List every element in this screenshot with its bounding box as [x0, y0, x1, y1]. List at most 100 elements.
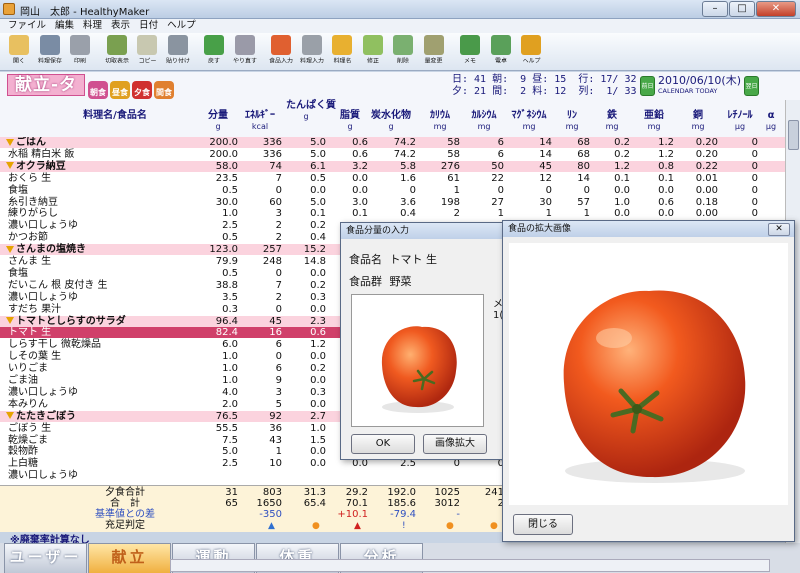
cell-value: 79.9 [215, 256, 238, 267]
toolbar-button-2[interactable]: 印刷 [65, 33, 96, 69]
close-icon[interactable]: ✕ [768, 223, 790, 236]
column-header-8[interactable]: ﾘﾝ mg [554, 110, 590, 132]
menu-item-1[interactable]: 編集 [55, 19, 74, 33]
tab-1[interactable]: 献立 [88, 543, 171, 573]
cell-value: 336 [262, 148, 282, 160]
meal-button-0[interactable]: 朝食 [88, 81, 108, 99]
column-header-4[interactable]: 炭水化物 g [366, 110, 416, 132]
column-name[interactable]: 料理名/食品名 [60, 110, 170, 121]
scroll-thumb[interactable] [788, 120, 799, 150]
menu-item-3[interactable]: 表示 [111, 19, 130, 33]
today-link[interactable]: TODAY [696, 87, 718, 95]
page-title: 献立-タ [7, 74, 85, 96]
cell-value: 6 [275, 363, 282, 375]
column-header-2[interactable]: たんぱく質 g [286, 100, 336, 122]
cell-value: 76.5 [215, 410, 238, 422]
close-zoom-button[interactable]: 閉じる [513, 514, 573, 535]
column-header-11[interactable]: 銅 mg [678, 110, 718, 132]
toolbar-button-13[interactable]: 量変更 [419, 33, 450, 69]
prev-day-button[interactable]: 前日 [640, 76, 655, 96]
totals-value: - [456, 509, 460, 520]
toolbar-button-7[interactable]: やり直す [230, 33, 261, 69]
toolbar-button-11[interactable]: 修正 [358, 33, 389, 69]
toolbar-button-3[interactable]: 切取表示 [102, 33, 133, 69]
toolbar-button-6[interactable]: 戻す [199, 33, 230, 69]
cell-value: 0.1 [614, 172, 630, 184]
close-button[interactable]: ✕ [756, 1, 796, 17]
table-row[interactable]: 食塩 0.5 0 0.0 0.0 0 1 0 0 0 0.0 0.0 0.00 0 [0, 185, 785, 196]
table-row[interactable]: オクラ納豆 58.0 74 6.1 3.2 5.8 276 50 45 80 1.2 0.8 0.22 0 [0, 160, 785, 172]
cell-value: 1.0 [614, 196, 630, 208]
maximize-button[interactable]: □ [729, 1, 755, 17]
toolbar-icon-7 [234, 35, 255, 55]
meal-button-2[interactable]: 夕食 [132, 81, 152, 99]
column-header-5[interactable]: ｶﾘｳﾑ mg [420, 110, 460, 132]
totals-value: 29.2 [345, 487, 368, 498]
calendar-link[interactable]: CALENDAR [658, 87, 693, 95]
stats-line-2: 夕: 21 間: 2 料: 12 列: 1/ 33 [452, 86, 637, 97]
toolbar-button-16[interactable]: ヘルプ [516, 33, 547, 69]
cell-value: 0.5 [222, 267, 238, 279]
menu-item-5[interactable]: ヘルプ [167, 19, 196, 33]
column-header-6[interactable]: ｶﾙｼｳﾑ mg [464, 110, 504, 132]
cell-value: 0.1 [658, 172, 674, 184]
meal-button-1[interactable]: 昼食 [110, 81, 130, 99]
tab-0[interactable]: ユーザー [4, 543, 87, 573]
toolbar-icon-12 [393, 35, 414, 55]
menu-item-2[interactable]: 料理 [83, 19, 102, 33]
totals-label: 夕食合計 [105, 487, 145, 498]
table-row[interactable]: 糸引き納豆 30.0 60 5.0 3.0 3.6 198 27 30 57 1.0 0.6 0.18 0 [0, 197, 785, 208]
column-header-7[interactable]: ﾏｸﾞﾈｼｳﾑ mg [506, 110, 552, 132]
cell-value: 15.2 [303, 244, 326, 256]
toolbar-button-5[interactable]: 貼り付け [163, 33, 194, 69]
judgement-marker-icon: ▲ [268, 521, 275, 531]
totals-value: 31.3 [303, 487, 326, 498]
column-header-10[interactable]: 亜鉛 mg [634, 110, 674, 132]
next-day-button[interactable]: 翌日 [743, 76, 759, 96]
toolbar-button-8[interactable]: 食品入力 [266, 33, 297, 69]
cell-value: 68 [577, 137, 590, 148]
zoom-image-dialog: 食品の拡大画像 ✕ 閉じる [502, 220, 795, 542]
column-header-13[interactable]: α μg [760, 110, 782, 132]
menu-item-4[interactable]: 日付 [139, 19, 158, 33]
toolbar-button-12[interactable]: 削除 [388, 33, 419, 69]
cell-value: 5.0 [310, 137, 326, 148]
cell-value: 0 [751, 160, 758, 172]
food-name: すだち 果汁 [8, 303, 62, 315]
tomato-large-image [563, 290, 746, 483]
column-header-0[interactable]: 分量 g [198, 110, 238, 132]
toolbar-button-15[interactable]: 電卓 [486, 33, 517, 69]
minimize-button[interactable]: – [702, 1, 728, 17]
cell-value: 1.2 [310, 339, 326, 351]
cell-value: 7.5 [222, 434, 238, 446]
table-row[interactable]: おくら 生 23.5 7 0.5 0.0 1.6 61 22 12 14 0.1 0.1 0.01 0 [0, 173, 785, 184]
column-header-label: ｶﾙｼｳﾑ [471, 110, 497, 121]
table-row[interactable]: 練りがらし 1.0 3 0.1 0.1 0.4 2 1 1 1 0.0 0.0 0.00 0 [0, 208, 785, 219]
toolbar-button-10[interactable]: 料理名 [327, 33, 358, 69]
ok-button[interactable]: OK [351, 434, 415, 454]
column-header-label: ｴﾈﾙｷﾞｰ [245, 110, 275, 121]
menu-item-0[interactable]: ファイル [8, 19, 46, 33]
horizontal-scrollbar[interactable] [170, 559, 770, 572]
table-row[interactable]: ごはん 200.0 336 5.0 0.6 74.2 58 6 14 68 0.2 1.2 0.20 0 [0, 137, 785, 148]
toolbar-button-1[interactable]: 料理保存 [35, 33, 66, 69]
toolbar-icon-10 [332, 35, 353, 55]
zoomed-image-area [509, 243, 788, 505]
toolbar-button-4[interactable]: コピー [132, 33, 163, 69]
column-header-label: 鉄 [607, 110, 617, 121]
toolbar-button-0[interactable]: 開く [4, 33, 35, 69]
meal-button-3[interactable]: 間食 [154, 81, 174, 99]
toolbar-button-14[interactable]: メモ [455, 33, 486, 69]
cell-value: 3 [275, 208, 282, 220]
food-name: 水稲 精白米 飯 [8, 148, 75, 160]
column-header-12[interactable]: ﾚﾁﾉｰﾙ μg [722, 110, 758, 132]
cell-value: 200.0 [209, 148, 238, 160]
column-header-3[interactable]: 脂質 g [332, 110, 368, 132]
table-row[interactable]: 水稲 精白米 飯 200.0 336 5.0 0.6 74.2 58 6 14 68 0.2 1.2 0… [0, 149, 785, 160]
column-header-9[interactable]: 鉄 mg [594, 110, 630, 132]
column-header-1[interactable]: ｴﾈﾙｷﾞｰ kcal [238, 110, 282, 132]
cell-value: 5.8 [400, 160, 416, 172]
toolbar-button-9[interactable]: 料理入力 [297, 33, 328, 69]
zoom-image-button[interactable]: 画像拡大 [423, 434, 487, 454]
food-name: さんまの塩焼き [6, 244, 86, 255]
